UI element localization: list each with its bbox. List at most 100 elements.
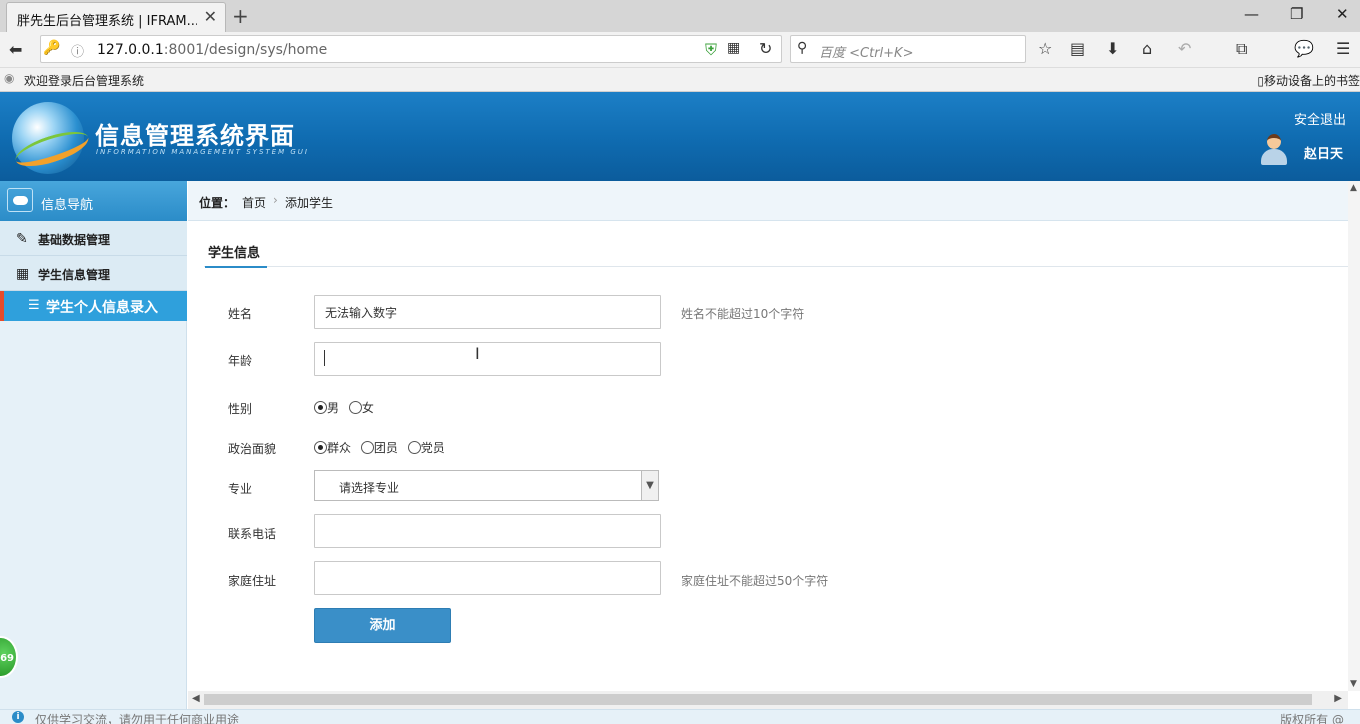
- scroll-up-icon[interactable]: ▲: [1350, 183, 1357, 193]
- political-option-masses[interactable]: 群众: [314, 439, 351, 456]
- url-path: :8001/design/sys/home: [163, 42, 328, 58]
- tab-student-info[interactable]: 学生信息: [205, 242, 267, 268]
- info-icon: i: [12, 711, 24, 723]
- info-icon[interactable]: ⓘ: [71, 41, 84, 60]
- age-field[interactable]: [314, 342, 661, 376]
- cloud-icon: [7, 188, 33, 212]
- browser-tabbar: 胖先生后台管理系统 | IFRAM... ✕ + — ❐ ✕: [0, 0, 1360, 32]
- radio-male[interactable]: [314, 401, 327, 414]
- breadcrumb-home-link[interactable]: 首页: [242, 194, 266, 211]
- horizontal-scrollbar[interactable]: ◀ ▶: [188, 691, 1348, 709]
- name-hint: 姓名不能超过10个字符: [681, 307, 805, 321]
- app-header: 信息管理系统界面 INFORMATION MANAGEMENT SYSTEM G…: [0, 92, 1360, 181]
- restore-icon[interactable]: ❐: [1290, 5, 1303, 23]
- sidebar-item-student-info[interactable]: ▦ 学生信息管理: [0, 256, 187, 291]
- sidebar-item-label: 学生信息管理: [38, 268, 111, 282]
- bookmark-star-icon[interactable]: ☆: [1038, 39, 1052, 58]
- text-cursor-icon: I: [475, 344, 480, 363]
- age-label: 年龄: [228, 354, 253, 368]
- add-button[interactable]: 添加: [314, 608, 451, 643]
- footer-notice: 仅供学习交流，请勿用于任何商业用途: [35, 713, 240, 724]
- search-icon: ⚲: [797, 40, 808, 56]
- sidebar-item-label: 基础数据管理: [38, 233, 111, 247]
- address-field[interactable]: [314, 561, 661, 595]
- scroll-right-icon[interactable]: ▶: [1334, 693, 1342, 704]
- scroll-down-icon[interactable]: ▼: [1350, 679, 1357, 689]
- user-avatar: [1260, 134, 1288, 166]
- list-icon: ☰: [28, 298, 40, 313]
- breadcrumb-separator: ›: [273, 193, 278, 207]
- scroll-thumb[interactable]: [204, 694, 1312, 705]
- minimize-icon[interactable]: —: [1244, 5, 1259, 23]
- phone-label: 联系电话: [228, 527, 277, 541]
- political-option-party[interactable]: 党员: [407, 439, 445, 456]
- footer-copyright: 版权所有 @: [1280, 713, 1344, 724]
- political-radio-group: 群众 团员 党员: [314, 439, 451, 456]
- address-hint: 家庭住址不能超过50个字符: [681, 574, 829, 588]
- section-title: 学生信息: [208, 246, 261, 261]
- radio-masses[interactable]: [314, 441, 327, 454]
- radio-league[interactable]: [360, 441, 374, 454]
- breadcrumb-current: 添加学生: [285, 196, 334, 210]
- major-select-value: 请选择专业: [339, 481, 400, 495]
- chevron-down-icon[interactable]: ▼: [641, 471, 658, 500]
- scroll-left-icon[interactable]: ◀: [192, 693, 200, 704]
- mobile-bookmarks-label: 移动设备上的书签: [1263, 74, 1360, 88]
- major-select[interactable]: 请选择专业 ▼: [314, 470, 659, 501]
- sidebar-item-label: 学生个人信息录入: [46, 300, 158, 316]
- shield-icon[interactable]: ⛨: [705, 40, 717, 60]
- globe-icon: ◉: [4, 71, 15, 85]
- home-icon[interactable]: ⌂: [1142, 39, 1152, 58]
- gender-option-male[interactable]: 男: [314, 399, 339, 416]
- breadcrumb: 位置： 首页 › 添加学生: [188, 181, 1348, 221]
- download-icon[interactable]: ⬇: [1106, 39, 1119, 58]
- username: 赵日天: [1304, 147, 1344, 162]
- radio-female[interactable]: [348, 401, 362, 414]
- gender-option-female[interactable]: 女: [348, 399, 374, 416]
- sidebar-item-basic-data[interactable]: ✎ 基础数据管理: [0, 221, 187, 256]
- menu-icon[interactable]: ☰: [1336, 39, 1350, 58]
- bookmark-bar: ◉ 欢迎登录后台管理系统 ▯移动设备上的书签: [0, 68, 1360, 92]
- mobile-bookmarks[interactable]: ▯移动设备上的书签: [1257, 72, 1360, 89]
- system-subtitle: INFORMATION MANAGEMENT SYSTEM GUI: [96, 148, 309, 156]
- screenshot-icon[interactable]: ⧉: [1236, 39, 1247, 59]
- url-host: 127.0.0.1: [97, 42, 164, 58]
- reload-icon[interactable]: ↻: [759, 39, 772, 58]
- sidebar-header[interactable]: 信息导航: [0, 181, 187, 221]
- browser-navbar: ⬅ 🔑 ⓘ 127.0.0.1:8001/design/sys/home ⛨ ▦…: [0, 32, 1360, 68]
- name-field[interactable]: [314, 295, 661, 329]
- url-text[interactable]: 127.0.0.1:8001/design/sys/home: [97, 42, 327, 58]
- text-caret: [324, 350, 325, 366]
- undo-icon[interactable]: ↶: [1178, 39, 1191, 58]
- avatar-body: [1261, 149, 1287, 165]
- chat-icon[interactable]: 💬: [1294, 39, 1314, 58]
- logout-link[interactable]: 安全退出: [1294, 109, 1346, 128]
- tab-title: 胖先生后台管理系统 | IFRAM...: [17, 14, 197, 29]
- gender-radio-group: 男 女: [314, 399, 380, 416]
- major-label: 专业: [228, 482, 253, 496]
- browser-tab[interactable]: 胖先生后台管理系统 | IFRAM... ✕: [6, 2, 226, 32]
- phone-field[interactable]: [314, 514, 661, 548]
- political-option-league[interactable]: 团员: [360, 439, 398, 456]
- breadcrumb-label: 位置：: [199, 196, 236, 210]
- sidebar-item-student-entry[interactable]: ☰ 学生个人信息录入: [0, 291, 187, 321]
- bookmark-item[interactable]: 欢迎登录后台管理系统: [24, 72, 144, 89]
- new-tab-button[interactable]: +: [232, 4, 249, 28]
- radio-party[interactable]: [407, 441, 421, 454]
- political-label: 政治面貌: [228, 442, 277, 456]
- window-close-icon[interactable]: ✕: [1336, 5, 1349, 23]
- name-label: 姓名: [228, 307, 253, 321]
- reading-list-icon[interactable]: ▤: [1070, 39, 1085, 58]
- tab-close-icon[interactable]: ✕: [204, 7, 217, 26]
- gender-label: 性别: [228, 402, 253, 416]
- address-bar[interactable]: ⬅ 🔑 ⓘ 127.0.0.1:8001/design/sys/home ⛨ ▦…: [9, 35, 782, 63]
- footer: i 仅供学习交流，请勿用于任何商业用途 版权所有 @: [0, 709, 1360, 724]
- gender-option-label: 女: [361, 401, 374, 415]
- search-box[interactable]: ⚲ 百度 <Ctrl+K>: [790, 35, 1026, 63]
- vertical-scrollbar[interactable]: ▲ ▼: [1348, 181, 1360, 691]
- gender-option-label: 男: [327, 401, 340, 415]
- qr-code-icon[interactable]: ▦: [727, 40, 740, 56]
- search-placeholder: 百度 <Ctrl+K>: [819, 46, 914, 61]
- section-divider: [204, 266, 1348, 267]
- back-icon[interactable]: ⬅: [9, 40, 22, 59]
